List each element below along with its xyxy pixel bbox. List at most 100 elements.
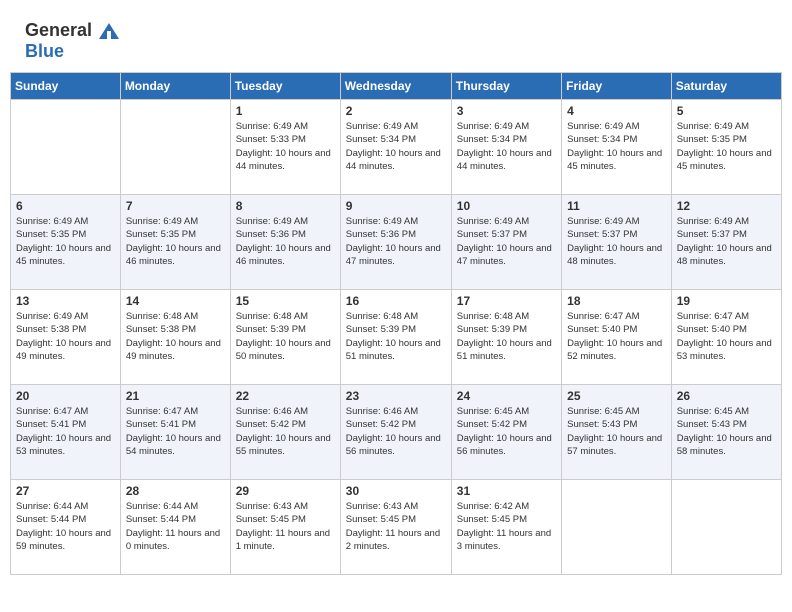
calendar-cell: 14 Sunrise: 6:48 AMSunset: 5:38 PMDayligh… [120,290,230,385]
day-number: 24 [457,389,556,403]
logo: General Blue [25,20,121,62]
day-number: 29 [236,484,335,498]
day-number: 19 [677,294,776,308]
day-number: 2 [346,104,446,118]
day-info: Sunrise: 6:49 AMSunset: 5:37 PMDaylight:… [677,215,776,268]
day-info: Sunrise: 6:47 AMSunset: 5:40 PMDaylight:… [677,310,776,363]
logo-general-text: General [25,20,92,41]
calendar-cell: 4 Sunrise: 6:49 AMSunset: 5:34 PMDaylight… [562,100,672,195]
calendar-cell: 6 Sunrise: 6:49 AMSunset: 5:35 PMDaylight… [11,195,121,290]
day-info: Sunrise: 6:47 AMSunset: 5:40 PMDaylight:… [567,310,666,363]
day-info: Sunrise: 6:48 AMSunset: 5:39 PMDaylight:… [346,310,446,363]
day-info: Sunrise: 6:44 AMSunset: 5:44 PMDaylight:… [126,500,225,553]
calendar-cell: 27 Sunrise: 6:44 AMSunset: 5:44 PMDayligh… [11,480,121,575]
calendar-cell: 13 Sunrise: 6:49 AMSunset: 5:38 PMDayligh… [11,290,121,385]
day-number: 8 [236,199,335,213]
calendar-cell: 29 Sunrise: 6:43 AMSunset: 5:45 PMDayligh… [230,480,340,575]
calendar-cell: 5 Sunrise: 6:49 AMSunset: 5:35 PMDaylight… [671,100,781,195]
day-number: 11 [567,199,666,213]
calendar-cell: 31Sunrise: 6:42 AMSunset: 5:45 PMDayligh… [451,480,561,575]
day-info: Sunrise: 6:49 AMSunset: 5:37 PMDaylight:… [457,215,556,268]
day-number: 3 [457,104,556,118]
day-info: Sunrise: 6:49 AMSunset: 5:35 PMDaylight:… [16,215,115,268]
weekday-header-friday: Friday [562,73,672,100]
calendar-cell: 3 Sunrise: 6:49 AMSunset: 5:34 PMDaylight… [451,100,561,195]
calendar-cell: 9 Sunrise: 6:49 AMSunset: 5:36 PMDaylight… [340,195,451,290]
day-number: 14 [126,294,225,308]
day-number: 13 [16,294,115,308]
calendar-cell: 22 Sunrise: 6:46 AMSunset: 5:42 PMDayligh… [230,385,340,480]
day-number: 31 [457,484,556,498]
day-number: 5 [677,104,776,118]
calendar-cell: 30 Sunrise: 6:43 AMSunset: 5:45 PMDayligh… [340,480,451,575]
day-number: 1 [236,104,335,118]
calendar-cell: 11Sunrise: 6:49 AMSunset: 5:37 PMDayligh… [562,195,672,290]
day-info: Sunrise: 6:49 AMSunset: 5:35 PMDaylight:… [677,120,776,173]
logo-blue-text: Blue [25,41,64,62]
calendar-cell: 23Sunrise: 6:46 AMSunset: 5:42 PMDayligh… [340,385,451,480]
calendar-cell [120,100,230,195]
calendar-cell: 17 Sunrise: 6:48 AMSunset: 5:39 PMDayligh… [451,290,561,385]
day-info: Sunrise: 6:49 AMSunset: 5:33 PMDaylight:… [236,120,335,173]
day-number: 4 [567,104,666,118]
calendar-cell: 1 Sunrise: 6:49 AMSunset: 5:33 PMDaylight… [230,100,340,195]
weekday-header-wednesday: Wednesday [340,73,451,100]
weekday-header-thursday: Thursday [451,73,561,100]
day-info: Sunrise: 6:47 AMSunset: 5:41 PMDaylight:… [126,405,225,458]
day-number: 15 [236,294,335,308]
day-info: Sunrise: 6:44 AMSunset: 5:44 PMDaylight:… [16,500,115,553]
day-info: Sunrise: 6:47 AMSunset: 5:41 PMDaylight:… [16,405,115,458]
day-info: Sunrise: 6:49 AMSunset: 5:36 PMDaylight:… [236,215,335,268]
calendar-cell: 21 Sunrise: 6:47 AMSunset: 5:41 PMDayligh… [120,385,230,480]
calendar-cell: 16Sunrise: 6:48 AMSunset: 5:39 PMDayligh… [340,290,451,385]
day-info: Sunrise: 6:45 AMSunset: 5:43 PMDaylight:… [567,405,666,458]
calendar-cell: 8 Sunrise: 6:49 AMSunset: 5:36 PMDaylight… [230,195,340,290]
day-number: 10 [457,199,556,213]
logo-icon [97,21,121,41]
day-info: Sunrise: 6:46 AMSunset: 5:42 PMDaylight:… [346,405,446,458]
calendar-cell: 2 Sunrise: 6:49 AMSunset: 5:34 PMDaylight… [340,100,451,195]
weekday-header-monday: Monday [120,73,230,100]
day-info: Sunrise: 6:43 AMSunset: 5:45 PMDaylight:… [346,500,446,553]
day-number: 9 [346,199,446,213]
calendar-cell: 20Sunrise: 6:47 AMSunset: 5:41 PMDayligh… [11,385,121,480]
day-info: Sunrise: 6:49 AMSunset: 5:36 PMDaylight:… [346,215,446,268]
weekday-header-saturday: Saturday [671,73,781,100]
weekday-header-sunday: Sunday [11,73,121,100]
calendar-cell: 24Sunrise: 6:45 AMSunset: 5:42 PMDayligh… [451,385,561,480]
day-number: 21 [126,389,225,403]
day-info: Sunrise: 6:43 AMSunset: 5:45 PMDaylight:… [236,500,335,553]
calendar-cell [671,480,781,575]
day-info: Sunrise: 6:49 AMSunset: 5:34 PMDaylight:… [346,120,446,173]
day-number: 18 [567,294,666,308]
day-number: 26 [677,389,776,403]
calendar-table: SundayMondayTuesdayWednesdayThursdayFrid… [10,72,782,575]
day-info: Sunrise: 6:48 AMSunset: 5:38 PMDaylight:… [126,310,225,363]
calendar-cell: 26 Sunrise: 6:45 AMSunset: 5:43 PMDayligh… [671,385,781,480]
calendar-cell: 7 Sunrise: 6:49 AMSunset: 5:35 PMDaylight… [120,195,230,290]
calendar-cell: 25Sunrise: 6:45 AMSunset: 5:43 PMDayligh… [562,385,672,480]
calendar-cell: 12Sunrise: 6:49 AMSunset: 5:37 PMDayligh… [671,195,781,290]
calendar-cell: 15 Sunrise: 6:48 AMSunset: 5:39 PMDayligh… [230,290,340,385]
day-number: 22 [236,389,335,403]
page-header: General Blue [10,10,782,67]
day-info: Sunrise: 6:49 AMSunset: 5:35 PMDaylight:… [126,215,225,268]
day-number: 7 [126,199,225,213]
calendar-cell: 28 Sunrise: 6:44 AMSunset: 5:44 PMDayligh… [120,480,230,575]
day-number: 17 [457,294,556,308]
calendar-cell: 10 Sunrise: 6:49 AMSunset: 5:37 PMDayligh… [451,195,561,290]
calendar-cell: 19 Sunrise: 6:47 AMSunset: 5:40 PMDayligh… [671,290,781,385]
day-number: 27 [16,484,115,498]
weekday-header-tuesday: Tuesday [230,73,340,100]
day-number: 6 [16,199,115,213]
day-info: Sunrise: 6:48 AMSunset: 5:39 PMDaylight:… [457,310,556,363]
day-number: 28 [126,484,225,498]
day-info: Sunrise: 6:45 AMSunset: 5:43 PMDaylight:… [677,405,776,458]
day-info: Sunrise: 6:49 AMSunset: 5:38 PMDaylight:… [16,310,115,363]
day-info: Sunrise: 6:48 AMSunset: 5:39 PMDaylight:… [236,310,335,363]
calendar-cell [562,480,672,575]
day-number: 30 [346,484,446,498]
day-info: Sunrise: 6:46 AMSunset: 5:42 PMDaylight:… [236,405,335,458]
day-info: Sunrise: 6:49 AMSunset: 5:34 PMDaylight:… [567,120,666,173]
day-info: Sunrise: 6:49 AMSunset: 5:34 PMDaylight:… [457,120,556,173]
